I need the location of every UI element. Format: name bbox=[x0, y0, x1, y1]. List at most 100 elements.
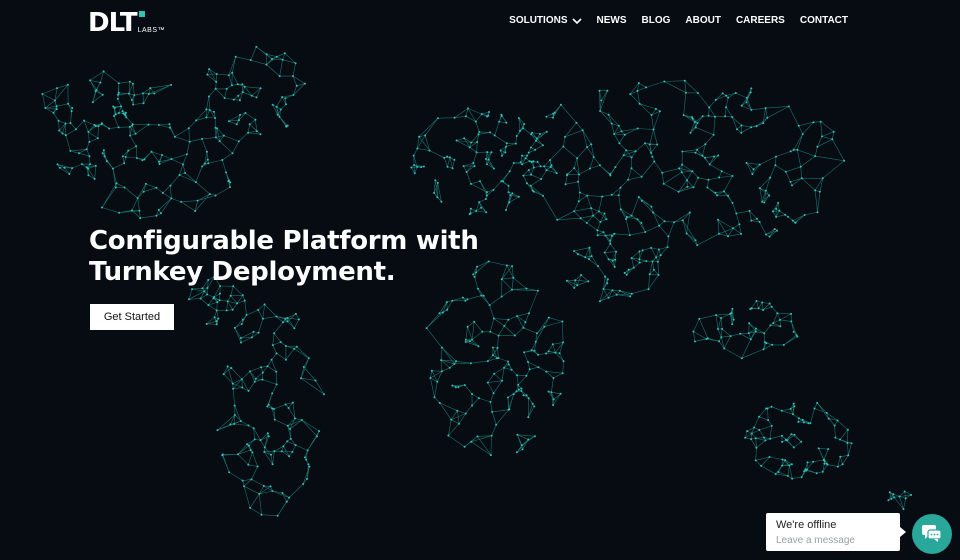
network-node bbox=[784, 170, 787, 173]
network-node bbox=[269, 485, 272, 488]
network-node bbox=[564, 135, 566, 138]
network-node bbox=[692, 186, 695, 189]
nav-about[interactable]: ABOUT bbox=[685, 15, 721, 26]
network-node bbox=[781, 458, 784, 461]
network-node bbox=[307, 357, 310, 360]
network-node bbox=[248, 444, 250, 447]
network-node bbox=[731, 307, 734, 310]
network-node bbox=[468, 146, 471, 149]
network-node bbox=[273, 418, 276, 421]
network-node bbox=[97, 125, 100, 128]
network-node bbox=[101, 152, 104, 155]
network-node bbox=[730, 312, 733, 315]
site-logo[interactable]: DLT LABS™ bbox=[88, 10, 165, 36]
network-node bbox=[813, 407, 816, 410]
network-node bbox=[555, 172, 558, 175]
network-node bbox=[286, 424, 289, 427]
network-node bbox=[740, 357, 743, 360]
network-node bbox=[519, 161, 522, 164]
network-node bbox=[89, 163, 91, 166]
network-node bbox=[139, 217, 142, 220]
network-node bbox=[519, 129, 521, 132]
network-node bbox=[615, 250, 618, 253]
network-node bbox=[147, 93, 150, 95]
network-node bbox=[433, 396, 436, 399]
network-node bbox=[253, 438, 256, 441]
network-node bbox=[734, 92, 737, 94]
network-node bbox=[436, 196, 439, 199]
get-started-button[interactable]: Get Started bbox=[90, 304, 174, 330]
network-node bbox=[748, 322, 751, 325]
network-node bbox=[545, 169, 548, 172]
network-node bbox=[93, 124, 96, 126]
chat-launcher-button[interactable] bbox=[912, 514, 952, 554]
network-node bbox=[112, 105, 115, 108]
network-node bbox=[94, 164, 97, 167]
network-node bbox=[528, 312, 530, 315]
nav-solutions[interactable]: SOLUTIONS bbox=[509, 15, 582, 26]
network-node bbox=[492, 317, 495, 320]
network-node bbox=[482, 294, 485, 297]
network-node bbox=[511, 288, 513, 291]
network-node bbox=[592, 156, 595, 158]
network-node bbox=[525, 374, 528, 377]
network-node bbox=[517, 383, 520, 386]
nav-careers[interactable]: CAREERS bbox=[736, 15, 785, 26]
network-node bbox=[521, 448, 524, 451]
network-node bbox=[552, 398, 555, 401]
network-node bbox=[213, 296, 215, 299]
network-node bbox=[604, 234, 607, 237]
network-node bbox=[795, 334, 798, 337]
network-node bbox=[281, 58, 284, 61]
network-node bbox=[776, 229, 778, 232]
network-node bbox=[534, 340, 537, 343]
network-node bbox=[69, 122, 72, 124]
network-node bbox=[462, 165, 465, 168]
network-node bbox=[512, 393, 515, 396]
network-node bbox=[834, 436, 837, 439]
network-node bbox=[489, 454, 492, 457]
network-node bbox=[410, 166, 413, 169]
network-node bbox=[445, 301, 448, 304]
network-node bbox=[500, 114, 503, 117]
network-node bbox=[536, 289, 539, 292]
nav-contact[interactable]: CONTACT bbox=[800, 15, 848, 26]
network-node bbox=[132, 82, 134, 85]
network-node bbox=[295, 345, 298, 348]
network-node bbox=[718, 176, 721, 179]
network-node bbox=[436, 117, 439, 120]
network-node bbox=[91, 101, 94, 104]
network-node bbox=[499, 149, 502, 152]
network-node bbox=[780, 434, 783, 437]
network-node bbox=[440, 200, 443, 203]
network-node bbox=[636, 218, 639, 221]
network-node bbox=[802, 421, 805, 424]
network-node bbox=[598, 89, 601, 92]
network-node bbox=[300, 419, 303, 421]
network-node bbox=[114, 113, 117, 116]
network-node bbox=[486, 360, 489, 363]
network-node bbox=[281, 96, 284, 99]
network-node bbox=[236, 302, 239, 305]
network-node bbox=[697, 176, 700, 179]
network-node bbox=[550, 391, 553, 394]
network-node bbox=[667, 235, 670, 238]
network-node bbox=[227, 179, 230, 182]
network-node bbox=[235, 123, 238, 126]
hero-title-line-2: Turnkey Deployment. bbox=[89, 257, 396, 287]
network-node bbox=[651, 155, 654, 158]
chat-offline-bubble[interactable]: We're offline Leave a message bbox=[766, 513, 906, 551]
network-node bbox=[480, 113, 483, 116]
network-node bbox=[686, 185, 689, 188]
network-node bbox=[542, 194, 544, 197]
network-node bbox=[627, 178, 630, 181]
network-node bbox=[751, 173, 754, 176]
network-node bbox=[464, 299, 467, 302]
nav-news[interactable]: NEWS bbox=[597, 15, 627, 26]
network-node bbox=[271, 490, 274, 492]
nav-blog[interactable]: BLOG bbox=[642, 15, 671, 26]
network-node bbox=[117, 91, 120, 94]
network-node bbox=[758, 428, 761, 431]
network-node bbox=[254, 377, 257, 380]
network-node bbox=[517, 117, 520, 120]
